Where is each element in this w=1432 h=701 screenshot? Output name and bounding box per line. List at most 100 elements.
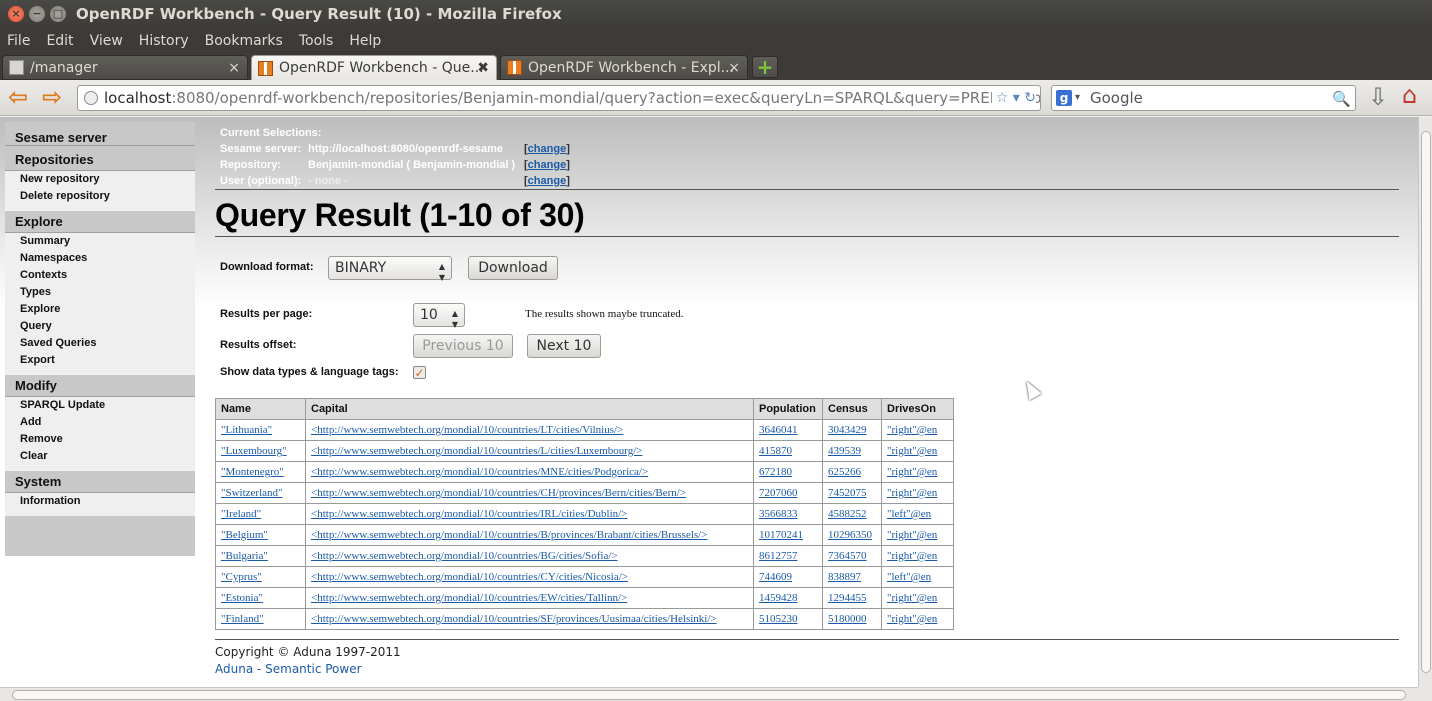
sidebar-item-export[interactable]: Export <box>5 352 195 369</box>
cell-drives-on-link[interactable]: "left"@en <box>887 571 931 583</box>
sidebar-item-delete-repository[interactable]: Delete repository <box>5 188 195 205</box>
download-button[interactable]: Download <box>468 256 558 280</box>
change-repository-link[interactable]: [change] <box>524 159 570 171</box>
cell-name-link[interactable]: "Lithuania" <box>221 424 272 436</box>
cell-drives-on-link[interactable]: "right"@en <box>887 613 937 625</box>
cell-population-link[interactable]: 5105230 <box>759 613 798 625</box>
cell-capital-link[interactable]: <http://www.semwebtech.org/mondial/10/co… <box>311 508 627 520</box>
window-minimize-icon[interactable]: − <box>29 6 45 22</box>
sidebar-item-query[interactable]: Query <box>5 318 195 335</box>
cell-name-link[interactable]: "Bulgaria" <box>221 550 268 562</box>
sidebar-heading-server[interactable]: Sesame server <box>5 122 195 146</box>
cell-population-link[interactable]: 1459428 <box>759 592 798 604</box>
menu-help[interactable]: Help <box>341 33 389 49</box>
sidebar-item-namespaces[interactable]: Namespaces <box>5 250 195 267</box>
sidebar-item-new-repository[interactable]: New repository <box>5 171 195 188</box>
tab-manager[interactable]: /manager × <box>2 55 248 80</box>
cell-population-link[interactable]: 7207060 <box>759 487 798 499</box>
tab-explore[interactable]: OpenRDF Workbench - Expl... × <box>500 55 748 80</box>
cell-census-link[interactable]: 3043429 <box>828 424 867 436</box>
sidebar-item-summary[interactable]: Summary <box>5 233 195 250</box>
download-icon[interactable]: ⇩ <box>1368 83 1388 111</box>
change-link-text[interactable]: change <box>528 175 567 187</box>
sidebar-item-add[interactable]: Add <box>5 414 195 431</box>
cell-drives-on-link[interactable]: "right"@en <box>887 466 937 478</box>
search-icon[interactable]: 🔍 <box>1332 87 1351 111</box>
results-per-page-stepper[interactable]: 10 ▲ ▼ <box>413 303 465 330</box>
cell-census-link[interactable]: 10296350 <box>828 529 872 541</box>
cell-drives-on-link[interactable]: "right"@en <box>887 445 937 457</box>
cell-census-link[interactable]: 439539 <box>828 445 861 457</box>
forward-arrow-icon[interactable]: ⇨ <box>42 85 62 109</box>
cell-capital-link[interactable]: <http://www.semwebtech.org/mondial/10/co… <box>311 424 623 436</box>
sidebar-item-types[interactable]: Types <box>5 284 195 301</box>
home-icon[interactable]: ⌂ <box>1402 81 1417 109</box>
cell-population-link[interactable]: 3566833 <box>759 508 798 520</box>
cell-drives-on-link[interactable]: "right"@en <box>887 592 937 604</box>
cell-capital-link[interactable]: <http://www.semwebtech.org/mondial/10/co… <box>311 613 717 625</box>
stepper-arrows-icon[interactable]: ▲ ▼ <box>452 308 458 330</box>
cell-capital-link[interactable]: <http://www.semwebtech.org/mondial/10/co… <box>311 592 627 604</box>
download-format-select[interactable]: BINARY ▲ ▼ <box>328 256 452 282</box>
sidebar-item-sparql-update[interactable]: SPARQL Update <box>5 397 195 414</box>
cell-name-link[interactable]: "Finland" <box>221 613 264 625</box>
scroll-thumb[interactable] <box>12 690 1406 700</box>
sidebar-item-information[interactable]: Information <box>5 493 195 510</box>
menu-tools[interactable]: Tools <box>291 33 342 49</box>
cell-name-link[interactable]: "Cyprus" <box>221 571 262 583</box>
search-input[interactable]: g ▾ Google 🔍 <box>1051 85 1356 111</box>
menu-view[interactable]: View <box>82 33 131 49</box>
cell-capital-link[interactable]: <http://www.semwebtech.org/mondial/10/co… <box>311 529 707 541</box>
tab-close-icon[interactable]: × <box>228 60 240 76</box>
new-tab-button[interactable]: + <box>752 56 778 78</box>
tab-close-icon[interactable]: × <box>728 60 740 76</box>
cell-population-link[interactable]: 10170241 <box>759 529 803 541</box>
cell-census-link[interactable]: 4588252 <box>828 508 867 520</box>
tab-query-result[interactable]: OpenRDF Workbench - Que... ✖ <box>251 55 497 80</box>
cell-capital-link[interactable]: <http://www.semwebtech.org/mondial/10/co… <box>311 550 618 562</box>
change-user-link[interactable]: [change] <box>524 175 570 187</box>
change-server-link[interactable]: [change] <box>524 143 570 155</box>
cell-capital-link[interactable]: <http://www.semwebtech.org/mondial/10/co… <box>311 571 628 583</box>
cell-census-link[interactable]: 625266 <box>828 466 861 478</box>
cell-drives-on-link[interactable]: "right"@en <box>887 529 937 541</box>
cell-census-link[interactable]: 7452075 <box>828 487 867 499</box>
cell-population-link[interactable]: 672180 <box>759 466 792 478</box>
cell-name-link[interactable]: "Estonia" <box>221 592 263 604</box>
cell-population-link[interactable]: 3646041 <box>759 424 798 436</box>
google-icon[interactable]: g <box>1056 90 1072 106</box>
next-10-button[interactable]: Next 10 <box>527 334 601 358</box>
aduna-link[interactable]: Aduna - Semantic Power <box>215 662 362 676</box>
sidebar-item-explore[interactable]: Explore <box>5 301 195 318</box>
menu-edit[interactable]: Edit <box>38 33 81 49</box>
sidebar-item-saved-queries[interactable]: Saved Queries <box>5 335 195 352</box>
url-input[interactable]: localhost:8080/openrdf-workbench/reposit… <box>77 85 1041 111</box>
cell-capital-link[interactable]: <http://www.semwebtech.org/mondial/10/co… <box>311 487 686 499</box>
cell-population-link[interactable]: 744609 <box>759 571 792 583</box>
cell-capital-link[interactable]: <http://www.semwebtech.org/mondial/10/co… <box>311 445 642 457</box>
show-datatypes-checkbox[interactable]: ✓ <box>413 366 426 379</box>
cell-name-link[interactable]: "Luxembourg" <box>221 445 287 457</box>
site-identity-icon[interactable] <box>84 91 98 105</box>
change-link-text[interactable]: change <box>528 143 567 155</box>
cell-name-link[interactable]: "Switzerland" <box>221 487 283 499</box>
vertical-scrollbar[interactable] <box>1418 117 1432 687</box>
cell-drives-on-link[interactable]: "left"@en <box>887 508 931 520</box>
back-arrow-icon[interactable]: ⇦ <box>8 85 28 109</box>
url-bookmark-reload-icons[interactable]: ☆ ▾ ↻ <box>991 86 1036 110</box>
sidebar-item-clear[interactable]: Clear <box>5 448 195 465</box>
cell-name-link[interactable]: "Montenegro" <box>221 466 284 478</box>
previous-10-button[interactable]: Previous 10 <box>413 334 513 358</box>
sidebar-item-contexts[interactable]: Contexts <box>5 267 195 284</box>
cell-census-link[interactable]: 838897 <box>828 571 861 583</box>
cell-capital-link[interactable]: <http://www.semwebtech.org/mondial/10/co… <box>311 466 648 478</box>
engine-dropdown-icon[interactable]: ▾ <box>1075 86 1080 110</box>
scroll-thumb[interactable] <box>1421 131 1431 673</box>
cell-census-link[interactable]: 5180000 <box>828 613 867 625</box>
horizontal-scrollbar[interactable] <box>0 687 1418 701</box>
sidebar-item-remove[interactable]: Remove <box>5 431 195 448</box>
menu-file[interactable]: File <box>0 33 38 49</box>
cell-census-link[interactable]: 1294455 <box>828 592 867 604</box>
cell-name-link[interactable]: "Ireland" <box>221 508 261 520</box>
window-close-icon[interactable]: × <box>8 6 24 22</box>
